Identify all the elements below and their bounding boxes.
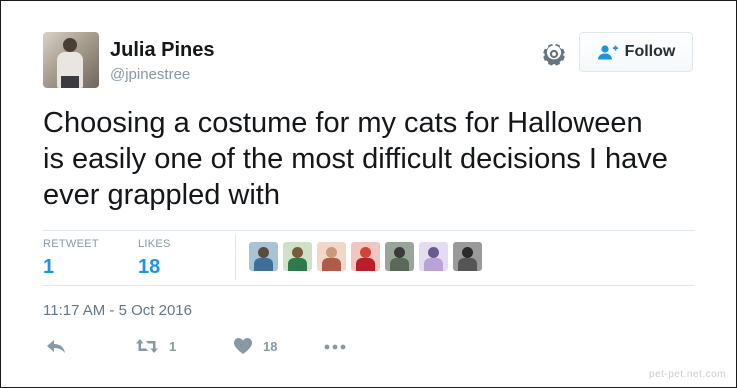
retweet-count: 1 (169, 338, 177, 354)
divider (43, 285, 695, 286)
watermark: pet-pet.net.com (649, 369, 726, 380)
retweet-icon (136, 339, 158, 353)
user-display-name[interactable]: Julia Pines (110, 39, 215, 62)
follow-button-label: Follow (624, 43, 676, 60)
retweet-stat-count: 1 (43, 256, 55, 278)
avatar[interactable] (43, 32, 99, 88)
divider (43, 230, 695, 231)
liker-avatar[interactable] (249, 242, 278, 271)
gear-icon[interactable] (541, 41, 567, 67)
heart-icon (234, 338, 252, 354)
likes-stat-count: 18 (138, 256, 161, 278)
add-user-icon (597, 45, 618, 60)
like-count: 18 (263, 338, 278, 354)
liker-avatar[interactable] (385, 242, 414, 271)
user-handle[interactable]: @jpinestree (110, 66, 190, 83)
more-button[interactable] (323, 337, 347, 355)
liker-avatars (249, 242, 482, 271)
follow-button[interactable]: Follow (579, 32, 693, 72)
stats-separator (235, 234, 236, 280)
likes-stat[interactable]: LIKES 18 (138, 238, 171, 279)
retweet-button[interactable]: 1 (135, 337, 176, 355)
more-dots-icon (324, 344, 346, 350)
tweet-card: Julia Pines @jpinestree Follow Choosing … (0, 0, 737, 388)
reply-icon (47, 340, 65, 353)
tweet-text: Choosing a costume for my cats for Hallo… (43, 107, 668, 211)
liker-avatar[interactable] (453, 242, 482, 271)
liker-avatar[interactable] (283, 242, 312, 271)
tweet-timestamp[interactable]: 11:17 AM - 5 Oct 2016 (43, 302, 192, 319)
retweet-stat-label: RETWEET (43, 238, 99, 250)
liker-avatar[interactable] (419, 242, 448, 271)
liker-avatar[interactable] (351, 242, 380, 271)
like-button[interactable]: 18 (233, 337, 277, 355)
likes-stat-label: LIKES (138, 238, 171, 250)
liker-avatar[interactable] (317, 242, 346, 271)
retweet-stat[interactable]: RETWEET 1 (43, 238, 99, 279)
reply-button[interactable] (45, 337, 67, 355)
